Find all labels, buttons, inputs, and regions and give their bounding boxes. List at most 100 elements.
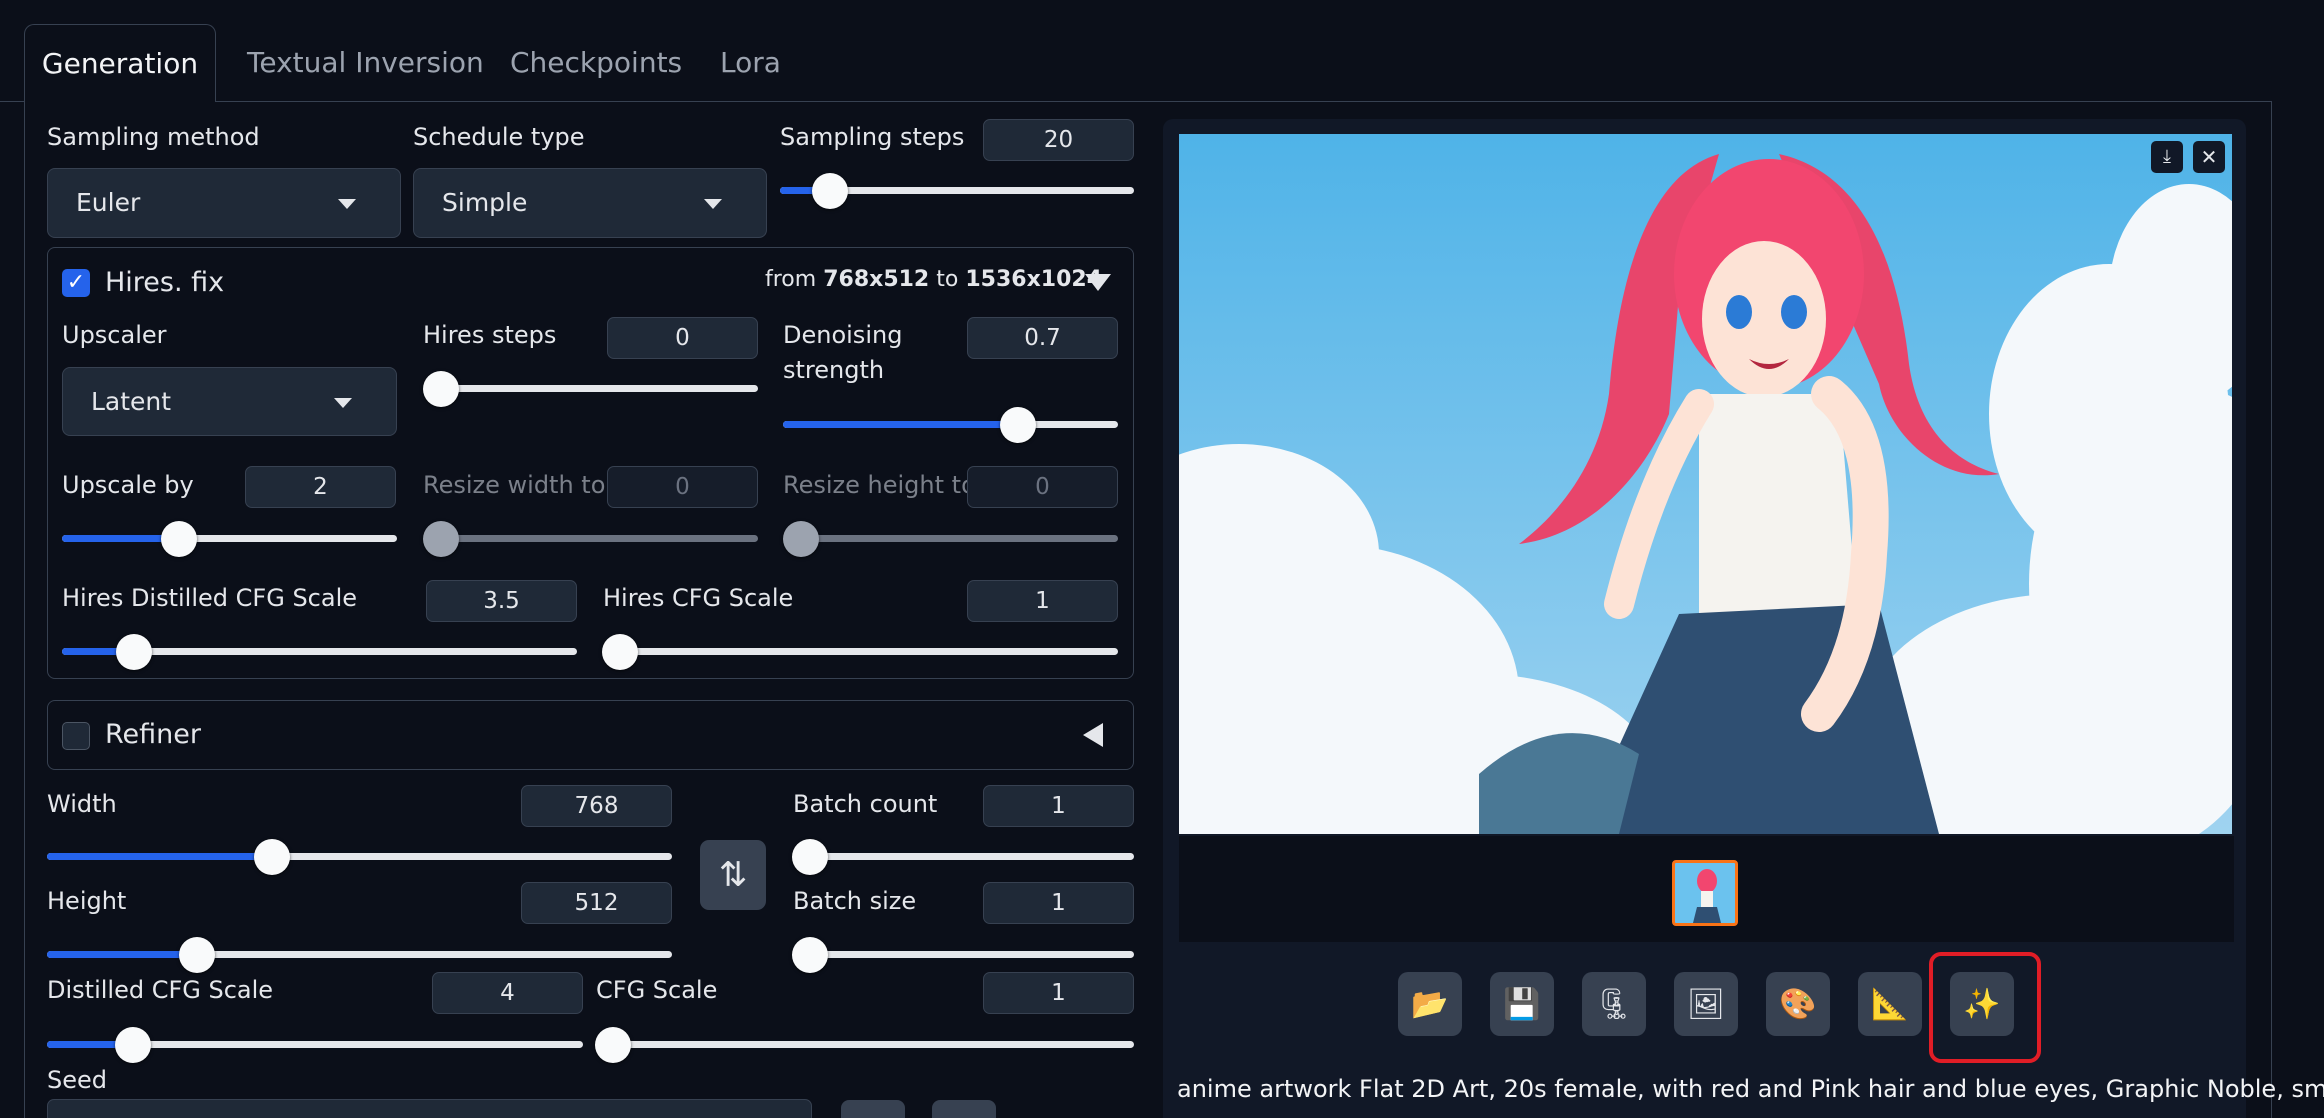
slider-thumb[interactable] — [254, 839, 290, 875]
slider-thumb[interactable] — [161, 521, 198, 557]
seed-label: Seed — [47, 1066, 107, 1094]
distilled-cfg-input[interactable]: 4 — [432, 972, 583, 1014]
denoising-label-1: Denoising — [783, 321, 903, 349]
collapse-triangle-icon[interactable] — [1085, 274, 1111, 291]
slider-thumb[interactable] — [423, 371, 459, 407]
hires-fix-checkbox[interactable]: ✓ — [62, 269, 90, 297]
height-slider[interactable] — [47, 937, 672, 973]
batch-count-label: Batch count — [793, 790, 938, 818]
batch-size-input[interactable]: 1 — [983, 882, 1134, 924]
denoising-strength-slider[interactable] — [783, 407, 1118, 443]
slider-thumb[interactable] — [114, 1027, 151, 1063]
hires-to-prefix: to — [936, 267, 959, 292]
save-icon[interactable]: 💾 — [1490, 972, 1554, 1036]
resize-height-input: 0 — [967, 466, 1118, 508]
hires-steps-slider[interactable] — [423, 371, 758, 407]
resize-width-input: 0 — [607, 466, 758, 508]
tab-generation[interactable]: Generation — [24, 24, 216, 102]
distilled-cfg-slider[interactable] — [47, 1027, 583, 1063]
hires-steps-input[interactable]: 0 — [607, 317, 758, 359]
sampling-method-label: Sampling method — [47, 123, 260, 151]
denoising-label-2: strength — [783, 356, 885, 384]
sampling-method-dropdown[interactable]: Euler — [47, 168, 401, 238]
schedule-type-label: Schedule type — [413, 123, 585, 151]
hires-fix-resolution: from 768x512 to 1536x1024 — [765, 266, 1102, 294]
resize-height-slider — [783, 521, 1118, 557]
slider-thumb[interactable] — [792, 937, 828, 973]
slider-thumb — [423, 521, 459, 557]
resize-width-label: Resize width to — [423, 471, 606, 499]
swap-arrows-icon: ⇅ — [718, 855, 748, 895]
sampling-method-value: Euler — [76, 188, 141, 217]
hires-distilled-cfg-slider[interactable] — [62, 634, 577, 670]
palette-icon[interactable]: 🎨 — [1766, 972, 1830, 1036]
upscale-by-slider[interactable] — [62, 521, 397, 557]
slider-thumb[interactable] — [179, 937, 215, 973]
height-label: Height — [47, 887, 127, 915]
resize-width-slider — [423, 521, 758, 557]
hires-cfg-slider[interactable] — [602, 634, 1118, 670]
upscaler-dropdown[interactable]: Latent — [62, 367, 397, 436]
height-input[interactable]: 512 — [521, 882, 672, 924]
tab-lora[interactable]: Lora — [720, 24, 781, 102]
chevron-down-icon — [334, 398, 352, 408]
swap-dimensions-button[interactable]: ⇅ — [700, 840, 766, 910]
tab-checkpoints[interactable]: Checkpoints — [510, 24, 682, 102]
sampling-steps-slider[interactable] — [780, 173, 1134, 209]
batch-size-slider[interactable] — [792, 937, 1134, 973]
hires-steps-label: Hires steps — [423, 321, 557, 349]
close-icon[interactable]: ✕ — [2193, 141, 2225, 173]
reuse-seed-button[interactable] — [932, 1100, 996, 1118]
highlight-box — [1929, 952, 2041, 1063]
schedule-type-value: Simple — [442, 188, 528, 217]
batch-count-input[interactable]: 1 — [983, 785, 1134, 827]
slider-thumb — [783, 521, 819, 557]
tab-textual-inversion[interactable]: Textual Inversion — [247, 24, 484, 102]
batch-size-label: Batch size — [793, 887, 917, 915]
width-slider[interactable] — [47, 839, 672, 875]
image-icon[interactable]: 🖼 — [1674, 972, 1738, 1036]
hires-distilled-cfg-input[interactable]: 3.5 — [426, 580, 577, 622]
chevron-down-icon — [704, 199, 722, 209]
hires-distilled-cfg-label: Hires Distilled CFG Scale — [62, 584, 358, 612]
upscale-by-label: Upscale by — [62, 471, 194, 499]
cfg-scale-input[interactable]: 1 — [983, 972, 1134, 1014]
zip-icon[interactable]: 🗜 — [1582, 972, 1646, 1036]
generated-image[interactable] — [1179, 134, 2232, 834]
slider-thumb[interactable] — [792, 839, 828, 875]
slider-thumb[interactable] — [811, 173, 848, 209]
resize-height-label: Resize height to — [783, 471, 976, 499]
schedule-type-dropdown[interactable]: Simple — [413, 168, 767, 238]
cfg-scale-slider[interactable] — [595, 1027, 1134, 1063]
expand-triangle-icon[interactable] — [1083, 723, 1103, 747]
cfg-scale-label: CFG Scale — [596, 976, 718, 1004]
hires-cfg-input[interactable]: 1 — [967, 580, 1118, 622]
slider-thumb[interactable] — [602, 634, 638, 670]
random-seed-button[interactable] — [841, 1100, 905, 1118]
refiner-checkbox[interactable] — [62, 722, 90, 750]
download-icon[interactable]: ⤓ — [2151, 141, 2183, 173]
denoising-strength-input[interactable]: 0.7 — [967, 317, 1118, 359]
slider-thumb[interactable] — [116, 634, 153, 670]
upscaler-label: Upscaler — [62, 321, 167, 349]
distilled-cfg-label: Distilled CFG Scale — [47, 976, 274, 1004]
ruler-icon[interactable]: 📐 — [1858, 972, 1922, 1036]
width-input[interactable]: 768 — [521, 785, 672, 827]
hires-from-prefix: from — [765, 267, 817, 292]
refiner-section — [47, 700, 1134, 770]
hires-cfg-label: Hires CFG Scale — [603, 584, 794, 612]
hires-to-size: 1536x1024 — [965, 267, 1102, 292]
thumbnail-image — [1693, 869, 1721, 923]
seed-input[interactable] — [47, 1099, 812, 1118]
hires-from-size: 768x512 — [823, 267, 930, 292]
batch-count-slider[interactable] — [792, 839, 1134, 875]
sampling-steps-input[interactable]: 20 — [983, 119, 1134, 161]
upscaler-value: Latent — [91, 387, 172, 416]
upscale-by-input[interactable]: 2 — [245, 466, 396, 508]
folder-icon[interactable]: 📂 — [1398, 972, 1462, 1036]
hires-fix-label: Hires. fix — [105, 267, 225, 298]
slider-thumb[interactable] — [595, 1027, 631, 1063]
slider-thumb[interactable] — [999, 407, 1036, 443]
refiner-label: Refiner — [105, 719, 201, 750]
gallery-thumbnail[interactable] — [1672, 860, 1738, 926]
